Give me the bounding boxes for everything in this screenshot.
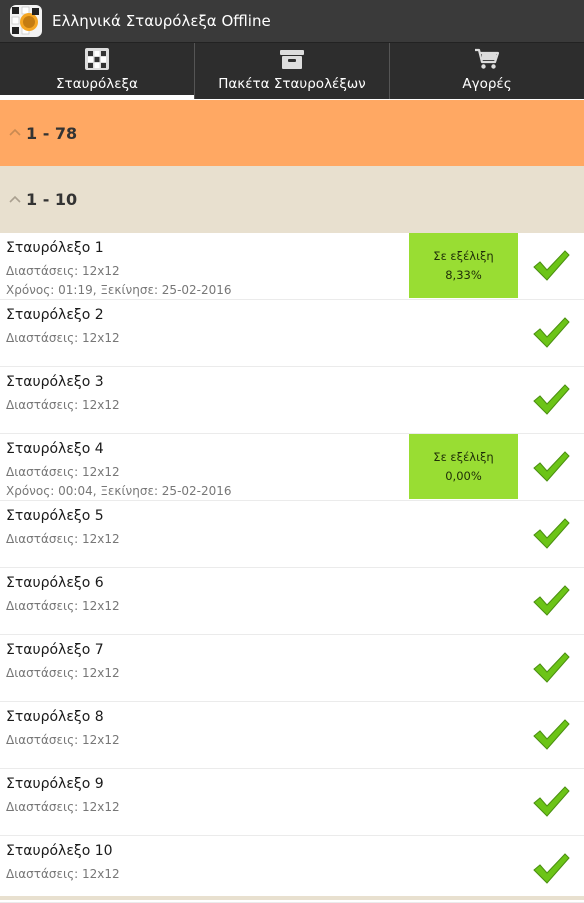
title-bar: Ελληνικά Σταυρόλεξα Offline xyxy=(0,0,584,43)
checkmark-icon[interactable] xyxy=(532,517,570,556)
checkmark-icon[interactable] xyxy=(532,718,570,757)
puzzle-title: Σταυρόλεξο 10 xyxy=(6,843,113,859)
tab-crosswords[interactable]: Σταυρόλεξα xyxy=(0,43,195,99)
puzzle-row[interactable]: Σταυρόλεξο 5 Διαστάσεις: 12x12 xyxy=(0,501,584,568)
checkmark-icon[interactable] xyxy=(532,450,570,489)
checkmark-icon[interactable] xyxy=(532,651,570,690)
puzzle-dimensions: Διαστάσεις: 12x12 xyxy=(6,465,120,479)
puzzle-row[interactable]: Σταυρόλεξο 6 Διαστάσεις: 12x12 xyxy=(0,568,584,635)
puzzle-row[interactable]: Σταυρόλεξο 7 Διαστάσεις: 12x12 xyxy=(0,635,584,702)
puzzle-dimensions: Διαστάσεις: 12x12 xyxy=(6,532,120,546)
tab-label: Σταυρόλεξα xyxy=(56,76,138,92)
tab-label: Πακέτα Σταυρολέξων xyxy=(218,76,366,92)
puzzle-title: Σταυρόλεξο 1 xyxy=(6,240,104,256)
progress-value: 0,00% xyxy=(445,469,482,483)
package-box-icon xyxy=(278,47,306,76)
puzzle-dimensions: Διαστάσεις: 12x12 xyxy=(6,867,120,881)
group-header-1-10[interactable]: 1 - 10 xyxy=(0,166,584,233)
puzzle-title: Σταυρόλεξο 7 xyxy=(6,642,104,658)
progress-status: Σε εξέλιξη xyxy=(433,450,494,464)
progress-badge: Σε εξέλιξη 0,00% xyxy=(409,434,518,499)
progress-badge: Σε εξέλιξη 8,33% xyxy=(409,233,518,298)
puzzle-dimensions: Διαστάσεις: 12x12 xyxy=(6,599,120,613)
puzzle-row[interactable]: Σταυρόλεξο 3 Διαστάσεις: 12x12 xyxy=(0,367,584,434)
tab-crossword-packs[interactable]: Πακέτα Σταυρολέξων xyxy=(195,43,390,99)
tab-label: Αγορές xyxy=(462,76,512,92)
progress-status: Σε εξέλιξη xyxy=(433,249,494,263)
puzzle-title: Σταυρόλεξο 2 xyxy=(6,307,104,323)
group-label: 1 - 78 xyxy=(26,123,78,143)
puzzle-title: Σταυρόλεξο 6 xyxy=(6,575,104,591)
checkmark-icon[interactable] xyxy=(532,584,570,623)
puzzle-dimensions: Διαστάσεις: 12x12 xyxy=(6,398,120,412)
group-label: 1 - 10 xyxy=(26,190,78,209)
group-footer xyxy=(0,896,584,900)
puzzle-title: Σταυρόλεξο 8 xyxy=(6,709,104,725)
progress-value: 8,33% xyxy=(445,268,482,282)
crossword-logo-icon xyxy=(10,5,42,37)
crossword-grid-icon xyxy=(84,47,110,76)
puzzle-time-started: Χρόνος: 00:04, Ξεκίνησε: 25-02-2016 xyxy=(6,484,232,498)
puzzle-row[interactable]: Σταυρόλεξο 9 Διαστάσεις: 12x12 xyxy=(0,769,584,836)
puzzle-list: Σταυρόλεξο 1 Διαστάσεις: 12x12 Χρόνος: 0… xyxy=(0,233,584,903)
checkmark-icon[interactable] xyxy=(532,249,570,288)
tab-purchases[interactable]: Αγορές xyxy=(390,43,584,99)
checkmark-icon[interactable] xyxy=(532,316,570,355)
puzzle-row[interactable]: Σταυρόλεξο 4 Διαστάσεις: 12x12 Χρόνος: 0… xyxy=(0,434,584,501)
chevron-up-icon xyxy=(8,124,22,142)
puzzle-dimensions: Διαστάσεις: 12x12 xyxy=(6,733,120,747)
puzzle-title: Σταυρόλεξο 5 xyxy=(6,508,104,524)
checkmark-icon[interactable] xyxy=(532,852,570,891)
puzzle-dimensions: Διαστάσεις: 12x12 xyxy=(6,666,120,680)
puzzle-row[interactable]: Σταυρόλεξο 1 Διαστάσεις: 12x12 Χρόνος: 0… xyxy=(0,233,584,300)
tab-bar: Σταυρόλεξα Πακέτα Σταυρολέξων Αγορές xyxy=(0,43,584,99)
chevron-up-icon xyxy=(8,191,22,209)
puzzle-dimensions: Διαστάσεις: 12x12 xyxy=(6,331,120,345)
checkmark-icon[interactable] xyxy=(532,785,570,824)
puzzle-row[interactable]: Σταυρόλεξο 8 Διαστάσεις: 12x12 xyxy=(0,702,584,769)
puzzle-dimensions: Διαστάσεις: 12x12 xyxy=(6,264,120,278)
puzzle-title: Σταυρόλεξο 4 xyxy=(6,441,104,457)
app-title: Ελληνικά Σταυρόλεξα Offline xyxy=(52,12,271,30)
checkmark-icon[interactable] xyxy=(532,383,570,422)
puzzle-time-started: Χρόνος: 01:19, Ξεκίνησε: 25-02-2016 xyxy=(6,283,232,297)
puzzle-dimensions: Διαστάσεις: 12x12 xyxy=(6,800,120,814)
group-header-1-78[interactable]: 1 - 78 xyxy=(0,100,584,166)
shopping-cart-icon xyxy=(473,47,501,76)
puzzle-title: Σταυρόλεξο 3 xyxy=(6,374,104,390)
puzzle-title: Σταυρόλεξο 9 xyxy=(6,776,104,792)
puzzle-row[interactable]: Σταυρόλεξο 2 Διαστάσεις: 12x12 xyxy=(0,300,584,367)
puzzle-row[interactable]: Σταυρόλεξο 10 Διαστάσεις: 12x12 xyxy=(0,836,584,903)
